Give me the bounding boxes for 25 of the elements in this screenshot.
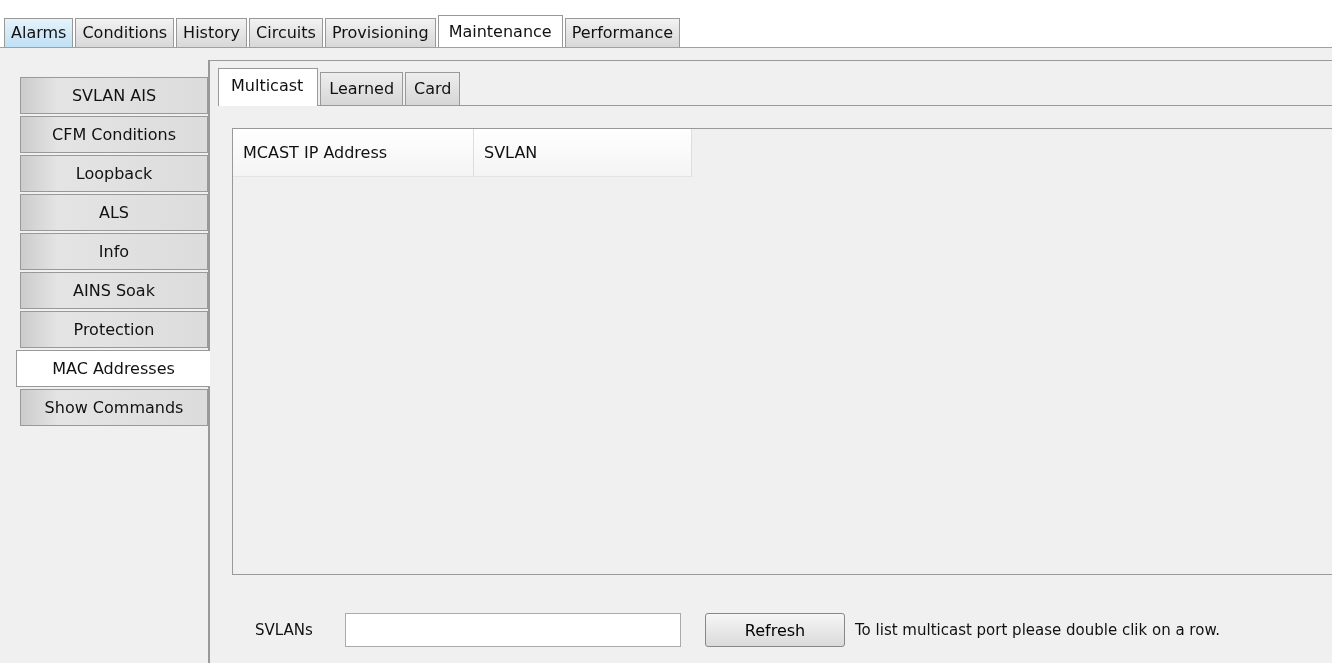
refresh-button[interactable]: Refresh	[705, 613, 845, 647]
field-label: SVLANs	[255, 621, 314, 639]
side-tab[interactable]: Loopback	[20, 155, 208, 192]
tab[interactable]: Alarms	[4, 18, 74, 47]
side-tab[interactable]: AINS Soak	[20, 272, 208, 309]
side-tab[interactable]: CFM Conditions	[20, 116, 208, 153]
tab[interactable]: Maintenance	[437, 15, 563, 47]
column-header[interactable]: MCAST IP Address	[233, 129, 474, 177]
side-tab[interactable]: SVLAN AIS	[20, 77, 208, 114]
tab[interactable]: Circuits	[249, 18, 323, 47]
tab[interactable]: Provisioning	[324, 18, 436, 47]
tab[interactable]: Learned	[320, 72, 404, 105]
tab[interactable]: Multicast	[218, 68, 319, 106]
tab[interactable]: History	[176, 18, 248, 47]
side-tab[interactable]: MAC Addresses	[16, 350, 210, 387]
tab[interactable]: Performance	[564, 18, 681, 47]
side-tab[interactable]: Protection	[20, 311, 208, 348]
side-tab[interactable]: Info	[20, 233, 208, 270]
side-tab[interactable]: ALS	[20, 194, 208, 231]
hint-text: To list multicast port please double clik on a row.	[855, 621, 1221, 639]
tab[interactable]: Card	[405, 72, 461, 105]
side-tab[interactable]: Show Commands	[20, 389, 208, 426]
column-header[interactable]: SVLAN	[474, 129, 692, 177]
tab[interactable]: Conditions	[75, 18, 175, 47]
svlans-field[interactable]	[345, 613, 681, 647]
